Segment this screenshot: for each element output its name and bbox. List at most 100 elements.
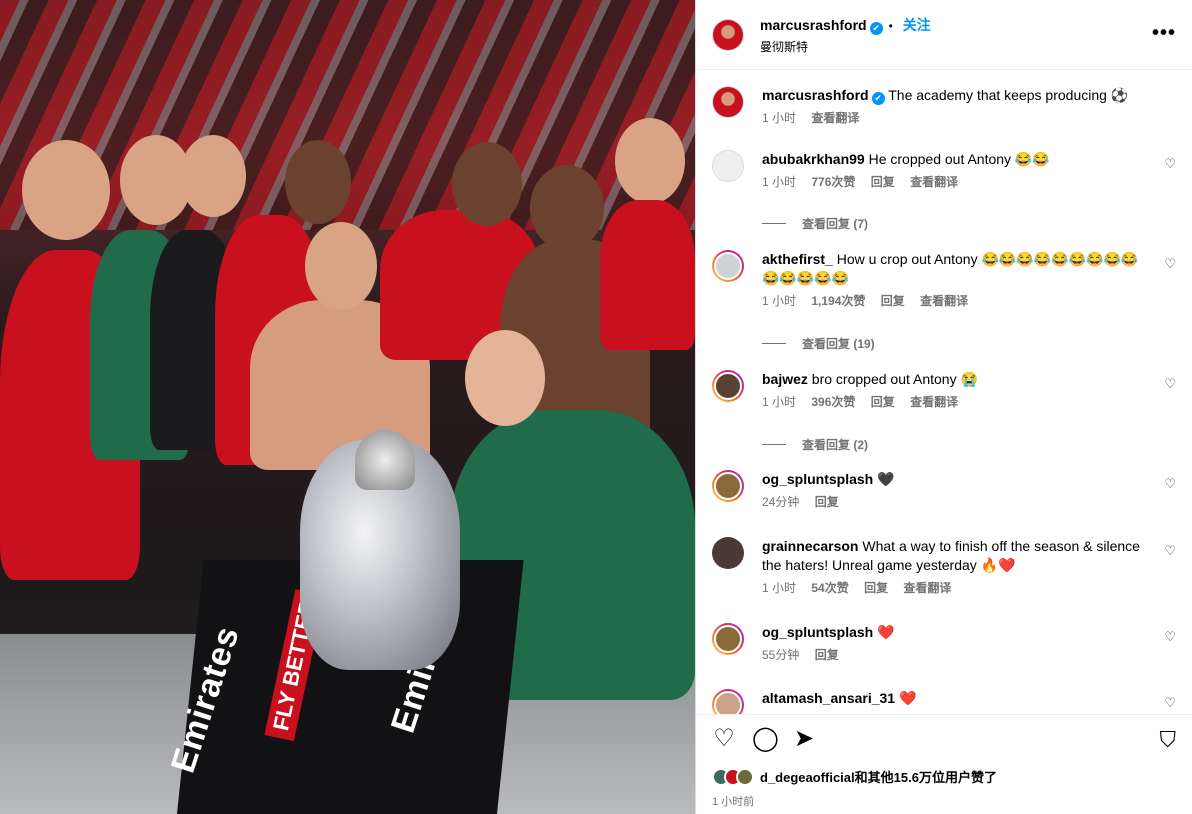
verified-icon: ✔ xyxy=(869,21,883,35)
follow-button[interactable]: 关注 xyxy=(903,17,931,33)
author-username[interactable]: marcusrashford xyxy=(760,17,867,33)
player-head-6 xyxy=(530,165,604,251)
comment-like-icon[interactable]: ♡ xyxy=(1164,543,1176,559)
player-head-3 xyxy=(180,135,246,217)
comment-avatar[interactable] xyxy=(712,250,744,282)
player-head-5 xyxy=(452,142,522,226)
post-time[interactable]: 1 小时前 xyxy=(712,793,754,809)
bookmark-icon[interactable]: ⛉ xyxy=(1159,727,1176,753)
liker-avatar[interactable] xyxy=(736,767,754,786)
post-header: marcusrashford ✔ • 关注 曼彻斯特 ••• xyxy=(696,0,1192,70)
likes-count-text[interactable]: 和其他15.6万位用户赞了 xyxy=(855,770,997,785)
reply-button[interactable]: 回复 xyxy=(815,495,839,509)
comment-avatar[interactable] xyxy=(712,689,744,714)
comment-like-icon[interactable]: ♡ xyxy=(1164,376,1176,392)
comment-item: akthefirst_ How u crop out Antony 😂😂😂😂😂😂… xyxy=(712,250,1176,311)
comment-item: og_spluntsplash ❤️ 55分钟 回复 ♡ xyxy=(712,623,1176,665)
reply-button[interactable]: 回复 xyxy=(881,294,905,308)
translate-button[interactable]: 查看翻译 xyxy=(903,581,951,595)
comment-text: ❤️ xyxy=(898,690,917,706)
player-head-4 xyxy=(285,140,351,224)
caption-username[interactable]: marcusrashford xyxy=(762,87,869,103)
player-red-figure-4 xyxy=(600,200,695,350)
player-head-7 xyxy=(615,118,685,204)
comments-scroll[interactable]: marcusrashford ✔ The academy that keeps p… xyxy=(696,70,1192,714)
player-front-head xyxy=(465,330,545,426)
likes-username[interactable]: d_degeaofficial xyxy=(760,770,855,785)
reply-button[interactable]: 回复 xyxy=(871,395,895,409)
comment-like-icon[interactable]: ♡ xyxy=(1164,476,1176,492)
comment-username[interactable]: abubakrkhan99 xyxy=(762,151,865,167)
caption-time[interactable]: 1 小时 xyxy=(762,111,796,125)
comment-likes[interactable]: 1,194次赞 xyxy=(811,294,865,308)
comment-item: grainnecarson What a way to finish off t… xyxy=(712,537,1176,598)
comment-text: ❤️ xyxy=(877,624,895,640)
comment-like-icon[interactable]: ♡ xyxy=(1164,156,1176,172)
likes-summary: d_degeaofficial和其他15.6万位用户赞了 xyxy=(712,767,997,786)
comment-like-icon[interactable]: ♡ xyxy=(1164,256,1176,272)
comment-username[interactable]: og_spluntsplash xyxy=(762,471,873,487)
view-replies[interactable]: 查看回复 (19) xyxy=(762,335,875,352)
post-sidebar: marcusrashford ✔ • 关注 曼彻斯特 ••• marcusrashfo… xyxy=(695,0,1192,814)
view-replies-label[interactable]: 查看回复 (7) xyxy=(802,215,868,232)
comment-item: bajwez bro cropped out Antony 😭 1 小时 396… xyxy=(712,370,1176,412)
action-icons: ♡ ◯ ➤ xyxy=(712,727,816,751)
like-icon[interactable]: ♡ xyxy=(712,727,736,751)
post-caption: marcusrashford ✔ The academy that keeps p… xyxy=(712,86,1176,128)
reply-button[interactable]: 回复 xyxy=(871,175,895,189)
view-replies-label[interactable]: 查看回复 (2) xyxy=(802,436,868,453)
caption-translate[interactable]: 查看翻译 xyxy=(811,111,859,125)
post-actions: ♡ ◯ ➤ ⛉ d_degeaofficial和其他15.6万位用户赞了 1 小… xyxy=(696,714,1192,814)
caption-text: The academy that keeps producing ⚽ xyxy=(888,87,1129,103)
translate-button[interactable]: 查看翻译 xyxy=(910,395,958,409)
separator-dot: • xyxy=(888,18,893,33)
comment-text: 🖤 xyxy=(877,471,895,487)
comment-time[interactable]: 1 小时 xyxy=(762,175,796,189)
player-left-head xyxy=(22,140,110,240)
comment-item: altamash_ansari_31 ❤️ ♡ xyxy=(712,689,1176,714)
reply-button[interactable]: 回复 xyxy=(815,648,839,662)
replies-line xyxy=(762,444,786,445)
comment-likes[interactable]: 54次赞 xyxy=(811,581,848,595)
replies-line xyxy=(762,343,786,344)
view-replies[interactable]: 查看回复 (7) xyxy=(762,215,868,232)
comment-avatar[interactable] xyxy=(712,470,744,502)
reply-button[interactable]: 回复 xyxy=(864,581,888,595)
comment-time[interactable]: 1 小时 xyxy=(762,395,796,409)
comment-likes[interactable]: 776次赞 xyxy=(811,175,855,189)
translate-button[interactable]: 查看翻译 xyxy=(910,175,958,189)
author-avatar[interactable] xyxy=(712,18,744,51)
comment-username[interactable]: grainnecarson xyxy=(762,538,858,554)
comment-like-icon[interactable]: ♡ xyxy=(1164,695,1176,711)
replies-line xyxy=(762,223,786,224)
comment-likes[interactable]: 396次赞 xyxy=(811,395,855,409)
more-options-icon[interactable]: ••• xyxy=(1152,22,1176,45)
comment-text: He cropped out Antony 😂😂 xyxy=(868,151,1050,167)
comment-avatar[interactable] xyxy=(712,370,744,402)
comment-time[interactable]: 1 小时 xyxy=(762,581,796,595)
comment-time[interactable]: 1 小时 xyxy=(762,294,796,308)
comment-text: bro cropped out Antony 😭 xyxy=(811,371,978,387)
author-block: marcusrashford ✔ • 关注 曼彻斯特 xyxy=(760,15,931,55)
comment-icon[interactable]: ◯ xyxy=(752,727,779,751)
comment-like-icon[interactable]: ♡ xyxy=(1164,629,1176,645)
post-photo[interactable]: Emirates FLY BETTER Emirates xyxy=(0,0,695,814)
comment-username[interactable]: bajwez xyxy=(762,371,808,387)
comment-username[interactable]: akthefirst_ xyxy=(762,251,833,267)
translate-button[interactable]: 查看翻译 xyxy=(920,294,968,308)
comment-avatar[interactable] xyxy=(712,537,744,569)
verified-icon: ✔ xyxy=(871,92,885,105)
caption-avatar[interactable] xyxy=(712,86,744,118)
view-replies[interactable]: 查看回复 (2) xyxy=(762,436,868,453)
comment-avatar[interactable] xyxy=(712,150,744,182)
comment-time[interactable]: 55分钟 xyxy=(762,648,799,662)
share-icon[interactable]: ➤ xyxy=(792,727,816,751)
trophy-lid xyxy=(355,430,415,490)
comment-username[interactable]: altamash_ansari_31 xyxy=(762,690,895,706)
post-location[interactable]: 曼彻斯特 xyxy=(760,38,931,55)
comment-avatar[interactable] xyxy=(712,623,744,655)
comment-time[interactable]: 24分钟 xyxy=(762,495,799,509)
comment-item: abubakrkhan99 He cropped out Antony 😂😂 1… xyxy=(712,150,1176,192)
comment-username[interactable]: og_spluntsplash xyxy=(762,624,873,640)
view-replies-label[interactable]: 查看回复 (19) xyxy=(802,335,875,352)
